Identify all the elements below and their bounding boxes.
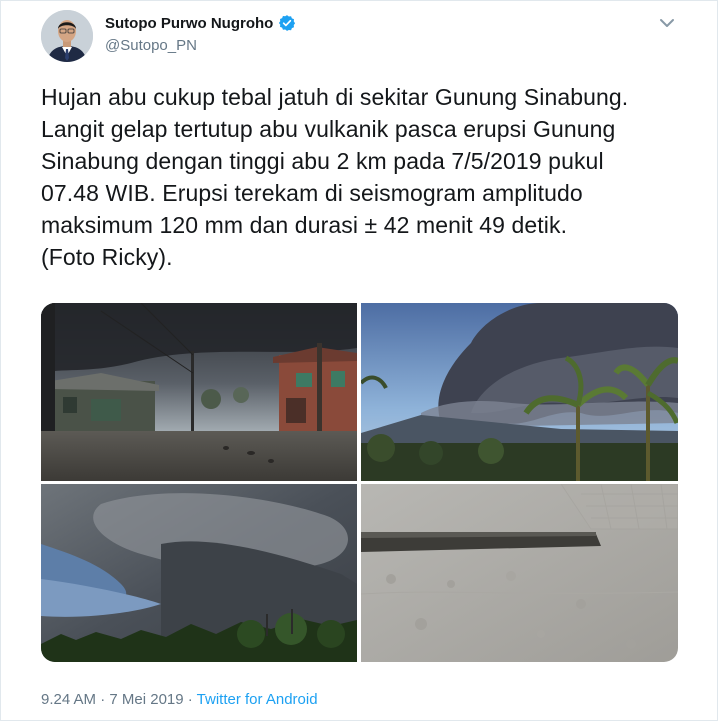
tweet-text-line: Sinabung dengan tinggi abu 2 km pada 7/5… (41, 148, 604, 174)
user-handle[interactable]: @Sutopo_PN (105, 37, 197, 54)
tweet-text-line: (Foto Ricky). (41, 244, 173, 270)
chevron-down-icon[interactable] (657, 13, 677, 33)
meta-separator: · (183, 691, 197, 708)
eruption-plume-photo[interactable] (361, 303, 678, 481)
tweet-source-link[interactable]: Twitter for Android (197, 691, 318, 708)
tweet-date[interactable]: 7 Mei 2019 (109, 691, 183, 708)
verified-badge-icon (278, 14, 296, 32)
media-grid (41, 303, 678, 662)
tweet-text-line: 07.48 WIB. Erupsi terekam di seismogram … (41, 180, 583, 206)
tweet-text: Hujan abu cukup tebal jatuh di sekitar G… (41, 81, 691, 273)
meta-separator: · (96, 691, 110, 708)
avatar[interactable] (41, 10, 93, 62)
dark-sky-clouds-photo[interactable] (41, 484, 357, 662)
tweet-text-line: maksimum 120 mm dan durasi ± 42 menit 49… (41, 212, 568, 238)
tweet-metadata: 9.24 AM · 7 Mei 2019 · Twitter for Andro… (41, 691, 318, 708)
user-display-name[interactable]: Sutopo Purwo Nugroho (105, 15, 273, 32)
ash-covered-ground-photo[interactable] (361, 484, 678, 662)
ash-covered-street-photo[interactable] (41, 303, 357, 481)
tweet-time[interactable]: 9.24 AM (41, 691, 96, 708)
tweet-card[interactable]: Sutopo Purwo Nugroho @Sutopo_PN Hujan ab… (0, 0, 718, 721)
tweet-text-line: Hujan abu cukup tebal jatuh di sekitar G… (41, 84, 629, 110)
tweet-text-line: Langit gelap tertutup abu vulkanik pasca… (41, 116, 616, 142)
avatar-image (41, 10, 93, 62)
